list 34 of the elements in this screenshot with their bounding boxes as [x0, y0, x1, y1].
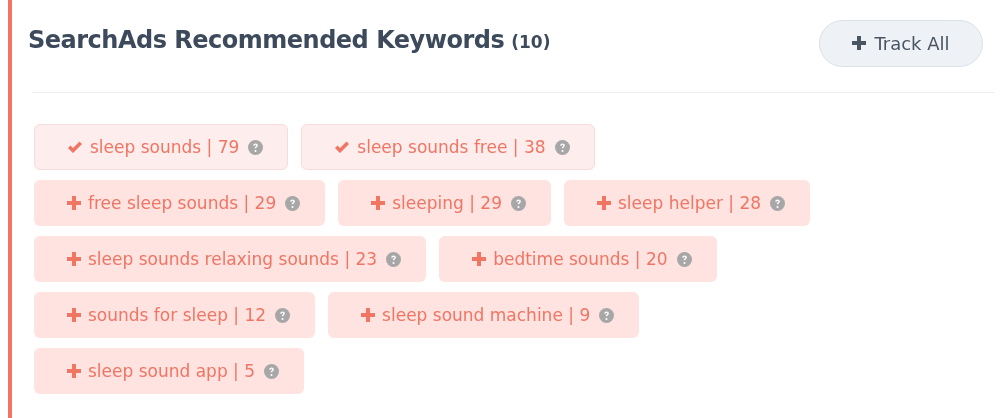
keyword-chip[interactable]: sleeping | 29 [338, 180, 551, 226]
help-icon [275, 307, 291, 323]
keyword-chip[interactable]: sleep sounds | 79 [34, 124, 289, 170]
keyword-count: (10) [511, 32, 551, 52]
help-icon [264, 363, 280, 379]
help-icon [770, 195, 786, 211]
plus-icon [597, 196, 611, 210]
keyword-chip[interactable]: sleep helper | 28 [564, 180, 811, 226]
keyword-chip[interactable]: sleep sounds free | 38 [301, 124, 595, 170]
help-icon [248, 139, 264, 155]
help-icon [554, 139, 570, 155]
plus-icon [67, 308, 81, 322]
plus-icon [67, 196, 81, 210]
keyword-chip[interactable]: sleep sound app | 5 [34, 348, 305, 394]
plus-icon [371, 196, 386, 210]
help-icon [599, 307, 615, 323]
check-icon [67, 140, 83, 154]
help-icon [676, 251, 692, 267]
track-all-button[interactable]: Track All [819, 19, 983, 67]
keyword-chip[interactable]: sleep sound machine | 9 [328, 292, 640, 338]
check-icon [334, 140, 351, 154]
plus-icon [361, 308, 376, 322]
help-icon [285, 195, 301, 211]
keyword-chip[interactable]: sounds for sleep | 12 [34, 292, 316, 338]
plus-icon [472, 252, 487, 266]
keyword-chip[interactable]: bedtime sounds | 20 [439, 236, 717, 282]
help-icon [386, 251, 402, 267]
plus-icon [67, 252, 81, 266]
panel-title: SearchAds Recommended Keywords [28, 26, 505, 54]
help-icon [511, 195, 526, 211]
keyword-chip[interactable]: free sleep sounds | 29 [34, 180, 326, 226]
plus-icon [852, 36, 867, 50]
plus-icon [67, 364, 81, 378]
keyword-chip[interactable]: sleep sounds relaxing sounds | 23 [34, 236, 427, 282]
